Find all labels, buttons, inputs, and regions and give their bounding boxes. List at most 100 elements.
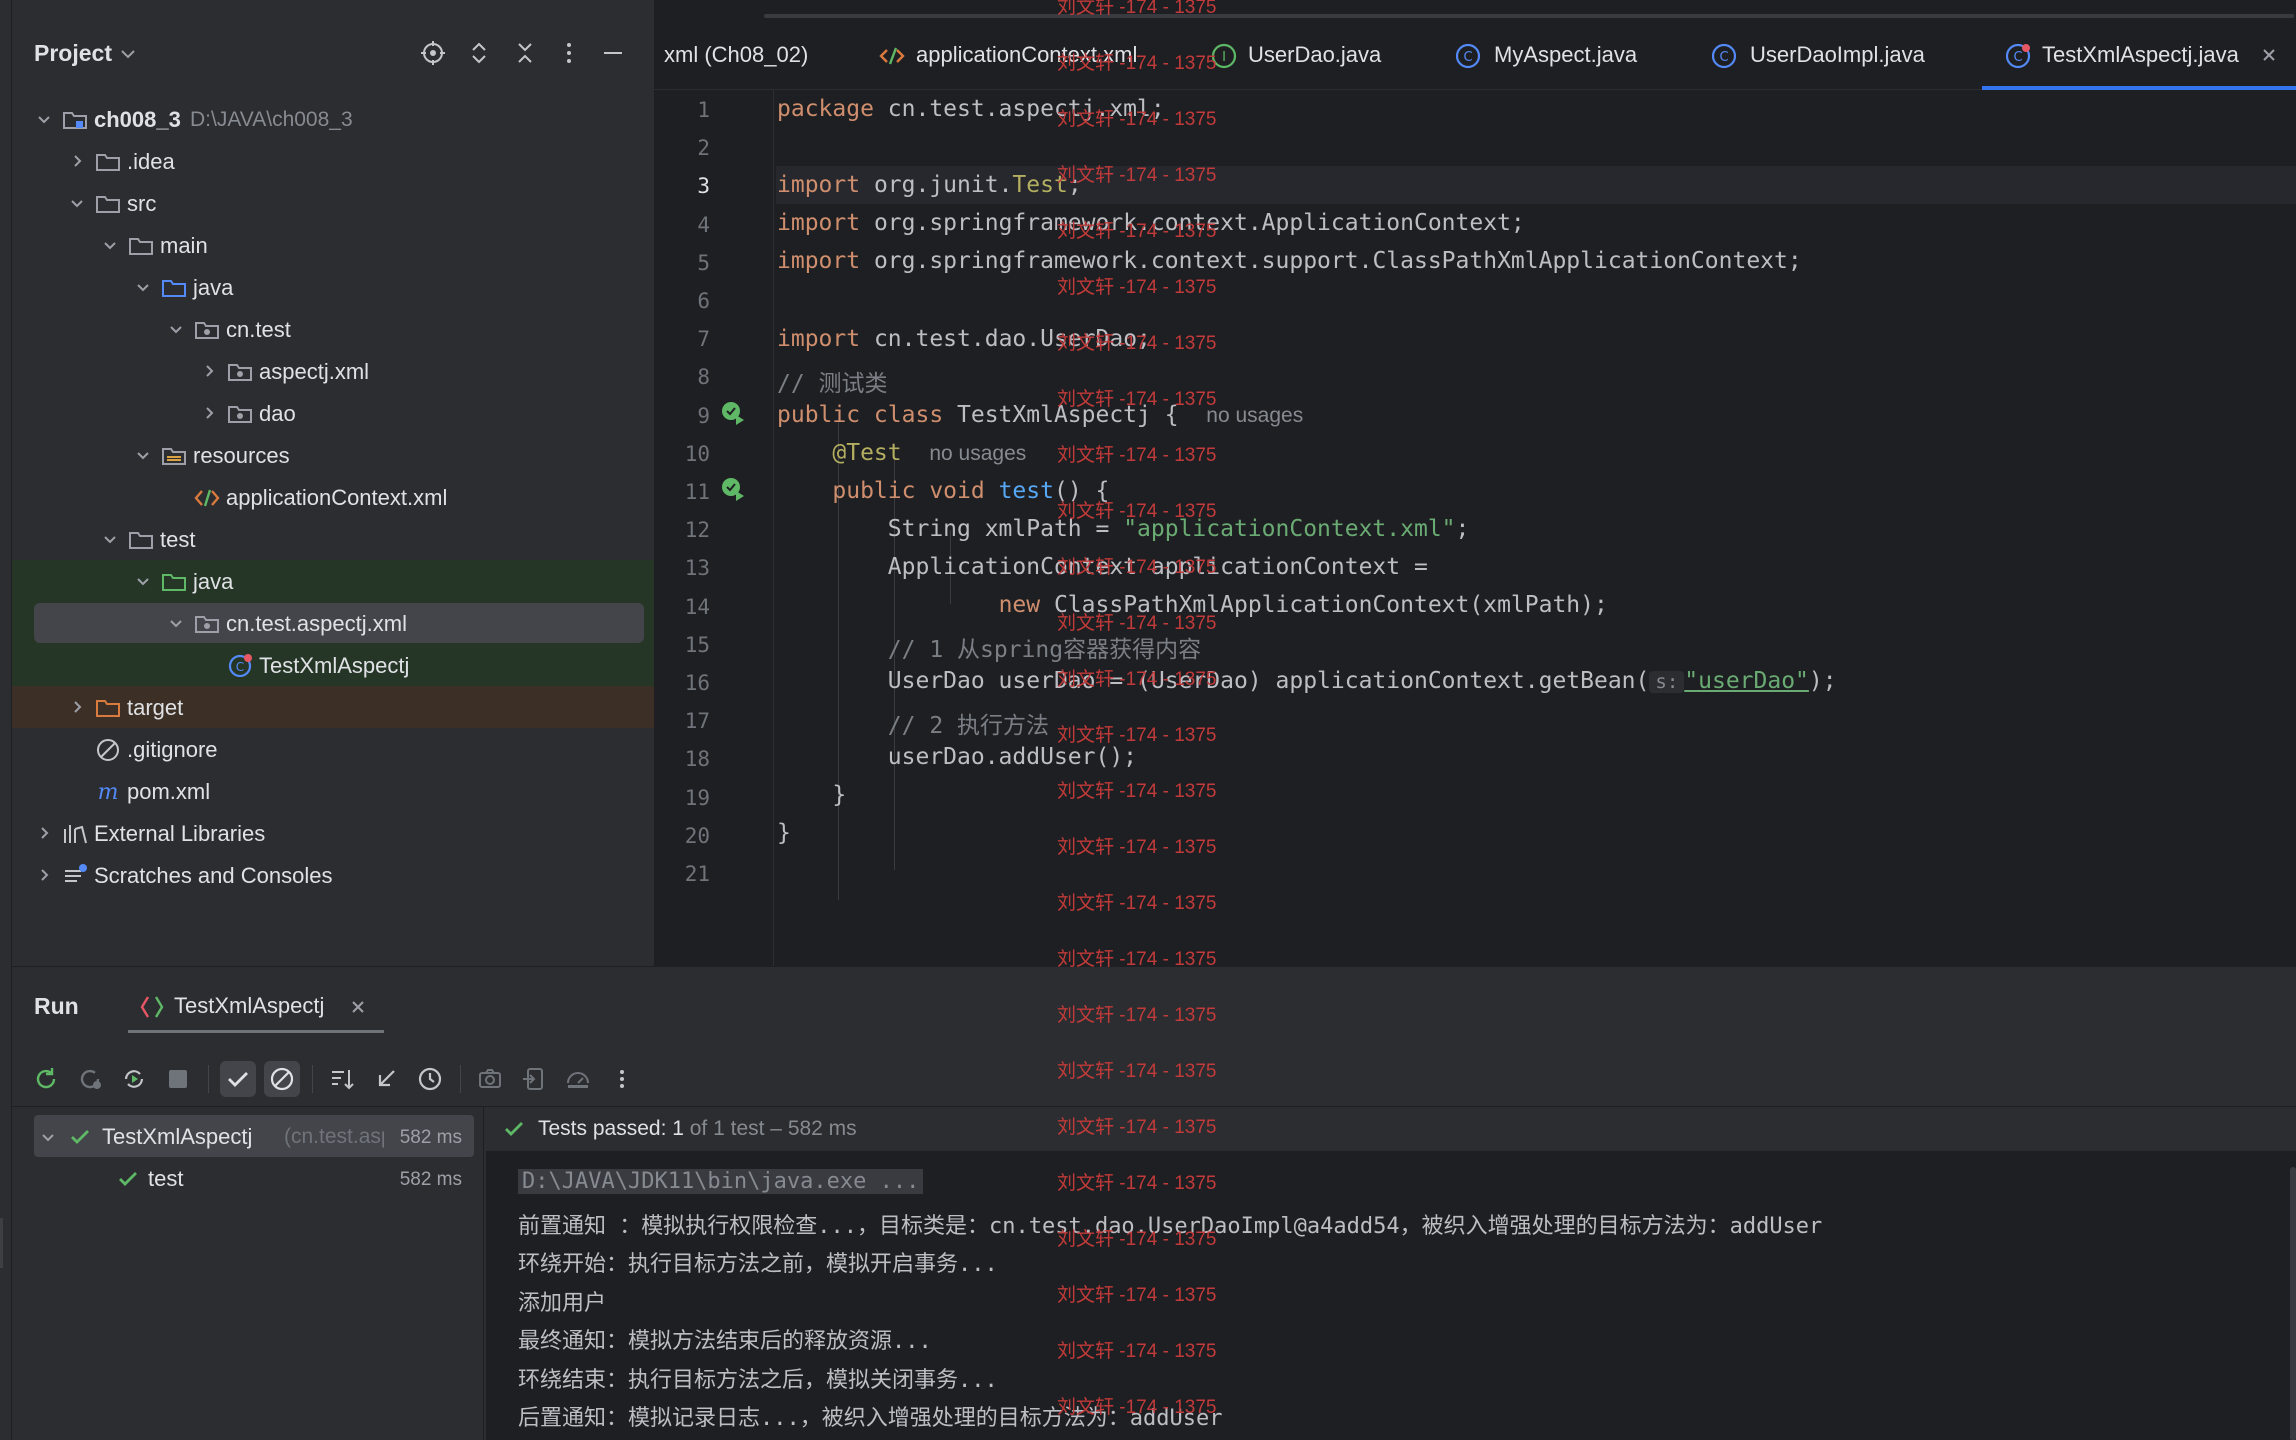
run-test-gutter-icon[interactable]	[720, 400, 746, 426]
chevron-down-icon[interactable]	[100, 235, 120, 255]
tree-item[interactable]: aspectj.xml	[12, 350, 654, 392]
tree-item[interactable]: java	[12, 560, 654, 602]
collapse-all-icon[interactable]	[510, 38, 540, 68]
chevron-down-icon[interactable]	[133, 277, 153, 297]
run-panel-title[interactable]: Run	[34, 993, 79, 1020]
tree-item[interactable]: test	[12, 518, 654, 560]
line-number[interactable]: 7	[654, 327, 710, 351]
run-test-gutter-icon[interactable]	[720, 476, 746, 502]
toggle-auto-test-icon[interactable]	[116, 1061, 152, 1097]
chevron-down-icon[interactable]	[67, 193, 87, 213]
tree-item[interactable]: cn.test.aspectj.xml	[12, 602, 654, 644]
tree-item[interactable]: m pom.xml	[12, 770, 654, 812]
tree-item[interactable]: External Libraries	[12, 812, 654, 854]
chevron-right-icon[interactable]	[34, 865, 54, 885]
tree-item[interactable]: java	[12, 266, 654, 308]
line-number-gutter[interactable]: 1 2 3 4 5 6 7 8 9 10 11 12 13 14 15 16 17 18 19 20 21	[654, 90, 774, 966]
test-tree-item[interactable]: test 582 ms	[34, 1157, 474, 1199]
import-tests-icon[interactable]	[368, 1061, 404, 1097]
tab-myaspect-java[interactable]: C MyAspect.java	[1454, 32, 1654, 90]
line-number[interactable]: 12	[654, 518, 710, 542]
close-icon[interactable]	[348, 997, 368, 1017]
tree-item[interactable]: resources	[12, 434, 654, 476]
chevron-down-icon[interactable]	[100, 529, 120, 549]
export-icon[interactable]	[516, 1061, 552, 1097]
line-number[interactable]: 19	[654, 786, 710, 810]
line-number[interactable]: 10	[654, 442, 710, 466]
line-number[interactable]: 4	[654, 213, 710, 237]
chevron-right-icon[interactable]	[199, 361, 219, 381]
line-number[interactable]: 2	[654, 136, 710, 160]
tabs-scroll-indicator[interactable]	[764, 14, 2294, 18]
tab-application-context-xml[interactable]: applicationContext.xml	[864, 32, 1184, 90]
minimize-icon[interactable]	[598, 38, 628, 68]
sort-icon[interactable]	[324, 1061, 360, 1097]
usages-hint[interactable]: no usages	[1206, 404, 1303, 427]
code-keyword: import	[777, 326, 861, 352]
tree-item[interactable]: .gitignore	[12, 728, 654, 770]
line-number[interactable]: 3	[654, 174, 710, 198]
line-number[interactable]: 8	[654, 365, 710, 389]
coverage-icon[interactable]	[560, 1061, 596, 1097]
line-number[interactable]: 15	[654, 633, 710, 657]
console-output[interactable]: Tests passed: 1 of 1 test – 582 ms D:\JA…	[486, 1107, 2296, 1440]
chevron-down-icon[interactable]	[166, 613, 186, 633]
line-number[interactable]: 20	[654, 824, 710, 848]
code-string[interactable]: "userDao"	[1684, 668, 1809, 694]
chevron-down-icon[interactable]	[133, 571, 153, 591]
test-history-icon[interactable]	[412, 1061, 448, 1097]
rerun-icon[interactable]	[28, 1061, 64, 1097]
more-options-icon[interactable]	[554, 38, 584, 68]
code-editor[interactable]: 1 2 3 4 5 6 7 8 9 10 11 12 13 14 15 16 17 18 19 20 21 packag…	[654, 90, 2296, 966]
line-number[interactable]: 21	[654, 862, 710, 886]
chevron-down-icon[interactable]	[34, 109, 54, 129]
close-icon[interactable]	[2258, 44, 2280, 66]
tree-item[interactable]: applicationContext.xml	[12, 476, 654, 518]
line-number[interactable]: 11	[654, 480, 710, 504]
expand-all-icon[interactable]	[464, 38, 494, 68]
chevron-down-icon[interactable]	[166, 319, 186, 339]
line-number[interactable]: 18	[654, 747, 710, 771]
line-number[interactable]: 17	[654, 709, 710, 733]
tree-item[interactable]: dao	[12, 392, 654, 434]
chevron-down-icon[interactable]	[38, 1127, 58, 1147]
tree-item[interactable]: C TestXmlAspectj	[12, 644, 654, 686]
console-command-line[interactable]: D:\JAVA\JDK11\bin\java.exe ...	[518, 1169, 924, 1194]
tree-item[interactable]: Scratches and Consoles	[12, 854, 654, 896]
line-number[interactable]: 6	[654, 289, 710, 313]
tree-item[interactable]: .idea	[12, 140, 654, 182]
line-number[interactable]: 5	[654, 251, 710, 275]
usages-hint[interactable]: no usages	[929, 442, 1026, 465]
chevron-right-icon[interactable]	[34, 823, 54, 843]
tab-xml-ch08-02[interactable]: xml (Ch08_02)	[658, 32, 808, 90]
tree-item[interactable]: src	[12, 182, 654, 224]
screenshot-icon[interactable]	[472, 1061, 508, 1097]
run-tab-testxmlaspectj[interactable]: TestXmlAspectj	[128, 981, 384, 1033]
project-panel-title[interactable]: Project	[34, 40, 112, 67]
tree-item[interactable]: ch008_3 D:\JAVA\ch008_3	[12, 98, 654, 140]
chevron-right-icon[interactable]	[67, 697, 87, 717]
chevron-right-icon[interactable]	[199, 403, 219, 423]
locate-icon[interactable]	[418, 38, 448, 68]
chevron-down-icon[interactable]	[116, 42, 140, 66]
tree-item[interactable]: main	[12, 224, 654, 266]
rerun-failed-icon[interactable]	[72, 1061, 108, 1097]
more-options-icon[interactable]	[604, 1061, 640, 1097]
tree-item[interactable]: cn.test	[12, 308, 654, 350]
chevron-down-icon[interactable]	[133, 445, 153, 465]
tab-testxmlaspectj-java[interactable]: C TestXmlAspectj.java	[1982, 32, 2296, 90]
line-number[interactable]: 14	[654, 595, 710, 619]
tab-userdaoimpl-java[interactable]: C UserDaoImpl.java	[1710, 32, 1940, 90]
chevron-right-icon[interactable]	[67, 151, 87, 171]
stop-icon[interactable]	[160, 1061, 196, 1097]
console-scrollbar[interactable]	[2290, 1167, 2296, 1440]
tab-userdao-java[interactable]: I UserDao.java	[1210, 32, 1410, 90]
line-number[interactable]: 16	[654, 671, 710, 695]
line-number[interactable]: 9	[654, 404, 710, 428]
show-ignored-icon[interactable]	[264, 1061, 300, 1097]
line-number[interactable]: 13	[654, 556, 710, 580]
test-tree-root[interactable]: TestXmlAspectj (cn.test.asp 582 ms	[34, 1115, 474, 1157]
line-number[interactable]: 1	[654, 98, 710, 122]
tree-item[interactable]: target	[12, 686, 654, 728]
show-passed-icon[interactable]	[220, 1061, 256, 1097]
